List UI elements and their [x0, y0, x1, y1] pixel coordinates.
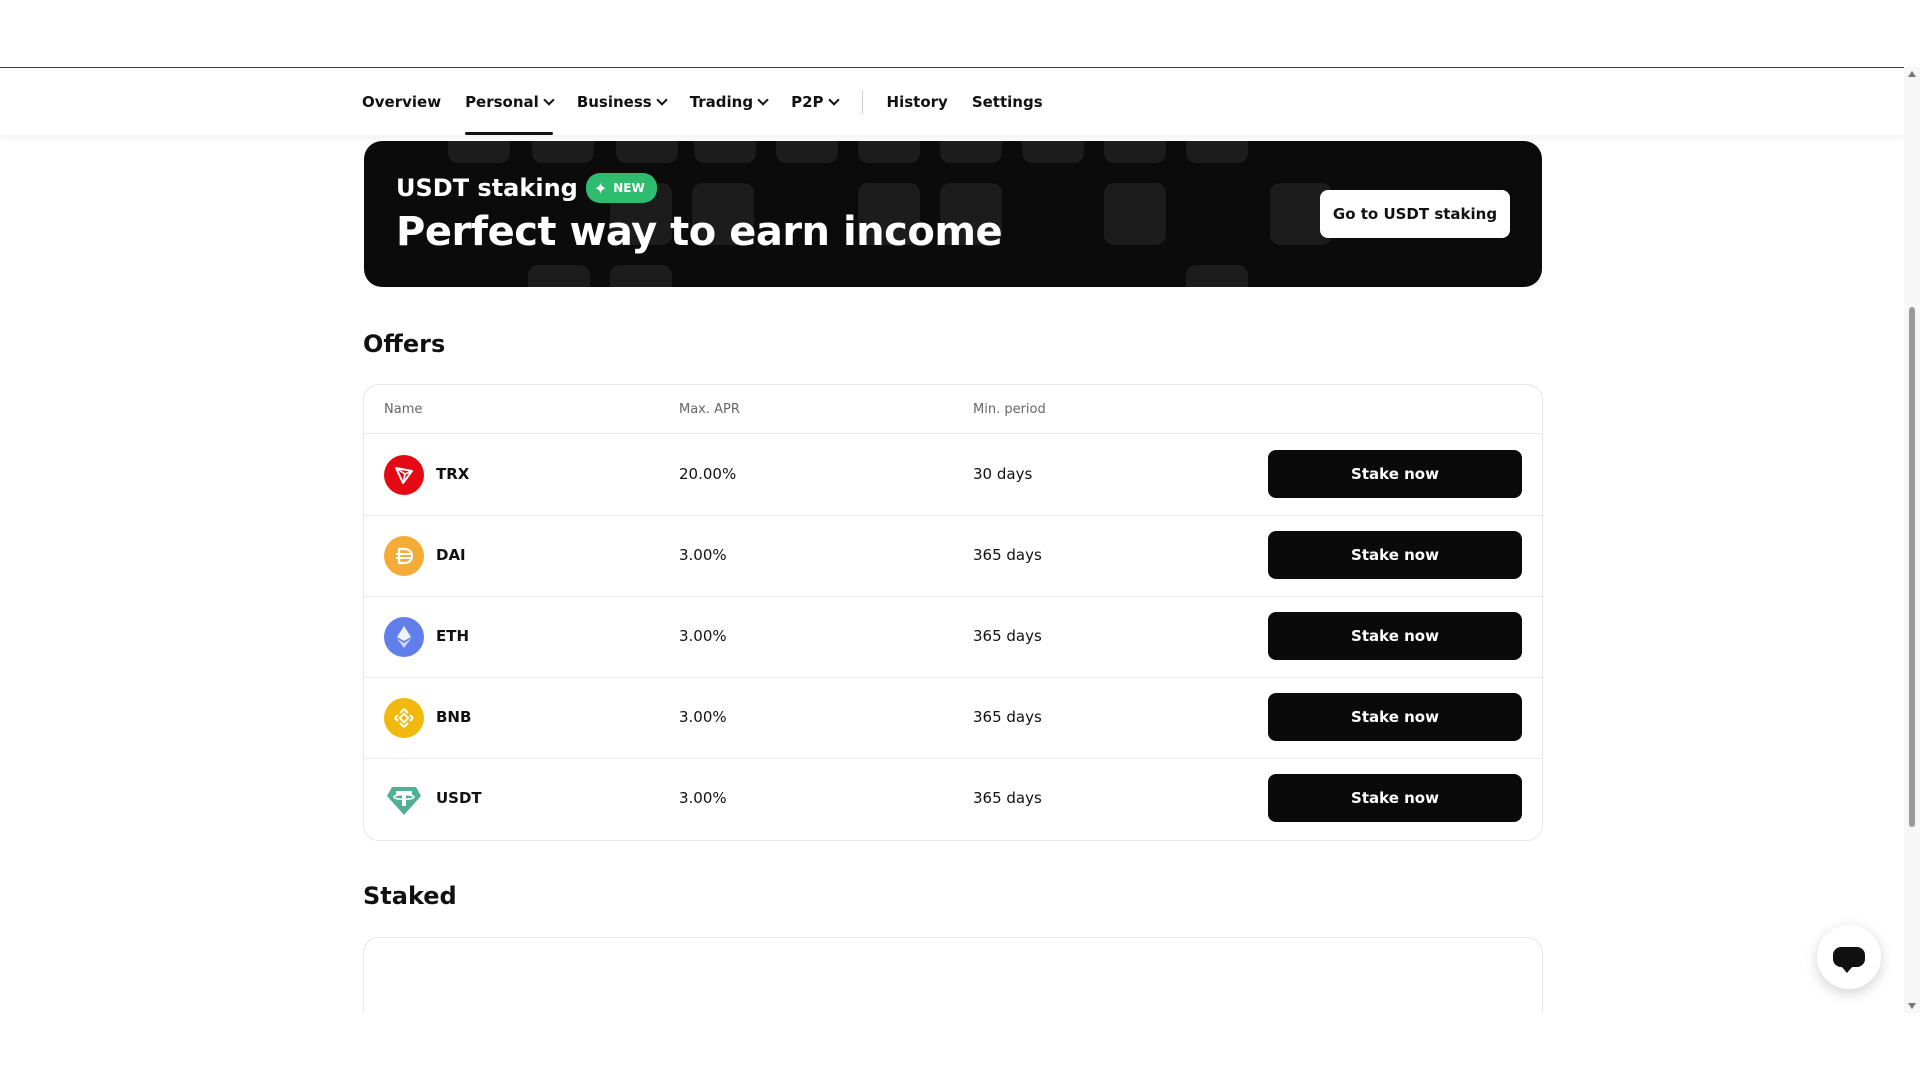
banner-tile — [776, 141, 838, 163]
column-header-apr: Max. APR — [679, 402, 740, 417]
nav-personal-label: Personal — [465, 92, 539, 111]
stake-now-button[interactable]: Stake now — [1268, 774, 1522, 822]
column-header-name: Name — [384, 402, 423, 417]
min-period: 365 days — [973, 789, 1042, 807]
table-row: BNB 3.00% 365 days Stake now — [364, 677, 1542, 759]
banner-tile — [940, 141, 1002, 163]
nav-overview-label: Overview — [362, 92, 442, 111]
offers-title: Offers — [363, 330, 446, 358]
nav-divider — [861, 89, 863, 114]
banner-label: USDT staking — [396, 174, 578, 202]
max-apr: 3.00% — [679, 708, 727, 726]
page-scrollbar[interactable] — [1904, 67, 1920, 1013]
max-apr: 3.00% — [679, 627, 727, 645]
nav-history[interactable]: History — [887, 68, 948, 135]
table-row: USDT 3.00% 365 days Stake now — [364, 758, 1542, 839]
scroll-up-icon[interactable] — [1908, 71, 1916, 77]
max-apr: 3.00% — [679, 546, 727, 564]
sub-navigation: Overview Personal Business Trading P2P H… — [0, 68, 1904, 135]
banner-tile — [1104, 183, 1166, 245]
table-row: DAI 3.00% 365 days Stake now — [364, 515, 1542, 597]
min-period: 365 days — [973, 627, 1042, 645]
chat-icon — [1833, 947, 1865, 973]
usdt-icon — [384, 779, 424, 819]
banner-tile — [1186, 141, 1248, 163]
banner-tile — [1186, 265, 1248, 287]
nav-trading[interactable]: Trading — [689, 68, 769, 135]
go-to-usdt-staking-button[interactable]: Go to USDT staking — [1320, 190, 1510, 238]
new-badge: ✦ NEW — [585, 173, 657, 203]
banner-title: Perfect way to earn income — [396, 209, 1003, 255]
banner-tile — [528, 265, 590, 287]
coin-name: TRX — [436, 465, 470, 483]
nav-inner: Overview Personal Business Trading P2P H… — [362, 68, 1067, 135]
chat-support-button[interactable] — [1817, 925, 1881, 989]
dai-icon — [384, 536, 424, 576]
bnb-icon — [384, 698, 424, 738]
banner-label-row: USDT staking ✦ NEW — [396, 173, 657, 203]
banner-tile — [610, 265, 672, 287]
stake-now-button[interactable]: Stake now — [1268, 693, 1522, 741]
stake-now-button[interactable]: Stake now — [1268, 531, 1522, 579]
nav-personal[interactable]: Personal — [465, 68, 555, 135]
staked-title: Staked — [363, 882, 457, 910]
banner-tile — [616, 141, 678, 163]
chevron-down-icon — [543, 93, 555, 106]
sparkle-icon: ✦ — [593, 178, 608, 198]
chevron-down-icon — [827, 93, 840, 106]
nav-p2p[interactable]: P2P — [791, 68, 840, 135]
offers-table: Name Max. APR Min. period TRX 20.00% 30 … — [363, 384, 1543, 841]
top-strip — [0, 0, 1904, 68]
usdt-staking-banner: USDT staking ✦ NEW Perfect way to earn in… — [364, 141, 1542, 287]
chevron-down-icon — [757, 93, 769, 106]
new-badge-label: NEW — [613, 181, 645, 195]
coin-name: USDT — [436, 789, 482, 807]
coin-name: ETH — [436, 627, 470, 645]
stake-now-button[interactable]: Stake now — [1268, 612, 1522, 660]
nav-overview[interactable]: Overview — [362, 68, 441, 135]
scroll-thumb[interactable] — [1909, 307, 1915, 827]
viewport-bottom — [0, 1013, 1920, 1080]
nav-settings[interactable]: Settings — [972, 68, 1043, 135]
coin-name: BNB — [436, 708, 472, 726]
nav-business[interactable]: Business — [576, 68, 668, 135]
banner-tile — [1104, 141, 1166, 163]
banner-tile — [532, 141, 594, 163]
min-period: 30 days — [973, 465, 1033, 483]
banner-tile — [1022, 141, 1084, 163]
column-header-period: Min. period — [973, 402, 1046, 417]
banner-tile — [694, 141, 756, 163]
trx-icon — [384, 455, 424, 495]
stake-now-button[interactable]: Stake now — [1268, 450, 1522, 498]
banner-tile — [448, 141, 510, 163]
nav-business-label: Business — [576, 92, 652, 111]
max-apr: 20.00% — [679, 465, 737, 483]
nav-p2p-label: P2P — [791, 92, 824, 111]
banner-tile — [858, 141, 920, 163]
nav-settings-label: Settings — [971, 92, 1043, 111]
table-row: TRX 20.00% 30 days Stake now — [364, 434, 1542, 516]
min-period: 365 days — [973, 546, 1042, 564]
chevron-down-icon — [656, 93, 668, 106]
min-period: 365 days — [973, 708, 1042, 726]
table-header: Name Max. APR Min. period — [364, 385, 1542, 434]
scroll-down-icon[interactable] — [1908, 1003, 1916, 1009]
coin-name: DAI — [436, 546, 466, 564]
table-row: ETH 3.00% 365 days Stake now — [364, 596, 1542, 678]
eth-icon — [384, 617, 424, 657]
max-apr: 3.00% — [679, 789, 727, 807]
nav-history-label: History — [886, 92, 948, 111]
nav-trading-label: Trading — [689, 92, 754, 111]
